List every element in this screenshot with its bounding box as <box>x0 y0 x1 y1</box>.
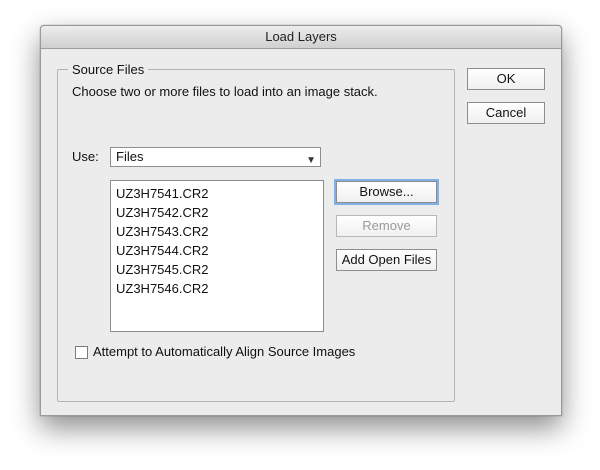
remove-button[interactable]: Remove <box>336 215 437 237</box>
file-list-item[interactable]: UZ3H7546.CR2 <box>116 279 323 298</box>
ok-button[interactable]: OK <box>467 68 545 90</box>
file-list-item[interactable]: UZ3H7543.CR2 <box>116 222 323 241</box>
window-title: Load Layers <box>41 26 561 49</box>
load-layers-dialog: Load Layers Source Files Choose two or m… <box>40 25 562 416</box>
align-images-checkbox[interactable] <box>75 346 88 359</box>
cancel-button[interactable]: Cancel <box>467 102 545 124</box>
file-list-item[interactable]: UZ3H7541.CR2 <box>116 184 323 203</box>
chevron-down-icon: ▼ <box>306 155 316 166</box>
file-list-item[interactable]: UZ3H7542.CR2 <box>116 203 323 222</box>
align-images-label[interactable]: Attempt to Automatically Align Source Im… <box>93 344 355 359</box>
add-open-files-button[interactable]: Add Open Files <box>336 249 437 271</box>
use-dropdown-value: Files <box>116 149 144 164</box>
file-list-item[interactable]: UZ3H7544.CR2 <box>116 241 323 260</box>
instructions-text: Choose two or more files to load into an… <box>72 84 378 99</box>
file-list-item[interactable]: UZ3H7545.CR2 <box>116 260 323 279</box>
file-list[interactable]: UZ3H7541.CR2 UZ3H7542.CR2 UZ3H7543.CR2 U… <box>110 180 324 332</box>
browse-button[interactable]: Browse... <box>336 181 437 203</box>
source-files-legend: Source Files <box>68 62 149 77</box>
use-dropdown[interactable]: Files ▼ <box>110 147 321 167</box>
use-label: Use: <box>72 149 99 164</box>
